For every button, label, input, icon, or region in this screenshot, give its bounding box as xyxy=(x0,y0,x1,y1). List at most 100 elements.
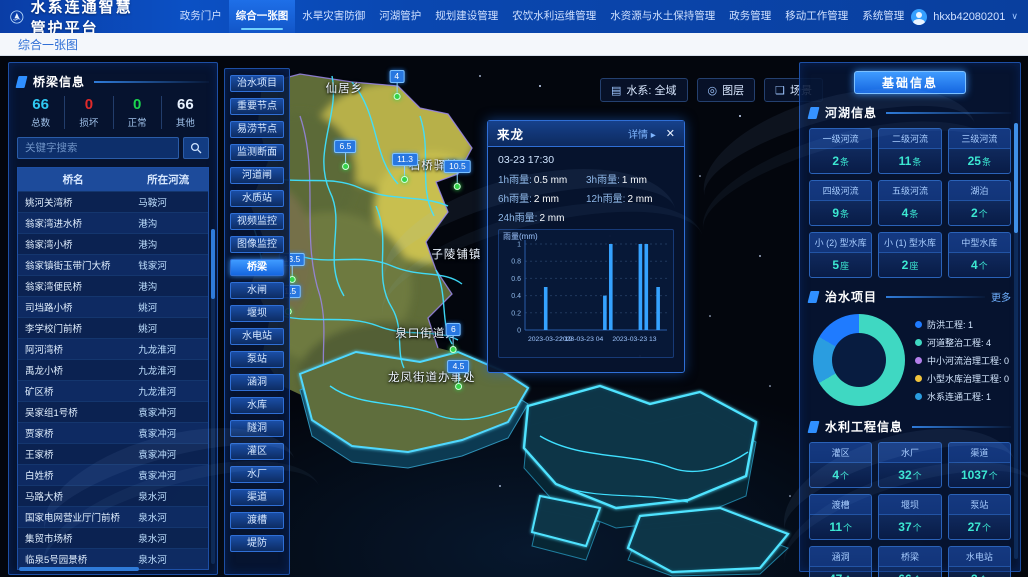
stat-card[interactable]: 一级河流 2条 xyxy=(809,128,872,174)
table-row[interactable]: 马路大桥 泉水河 xyxy=(18,485,208,506)
stat-card[interactable]: 灌区 4个 xyxy=(809,442,872,488)
table-row[interactable]: 贾家桥 袁家冲河 xyxy=(18,422,208,443)
nav-item[interactable]: 移动工作管理 xyxy=(778,0,855,33)
stat-card[interactable]: 三级河流 25条 xyxy=(948,128,1011,174)
stat-card[interactable]: 湖泊 2个 xyxy=(948,180,1011,226)
layer-menu-item[interactable]: 堰坝 xyxy=(230,305,284,322)
layer-menu-item[interactable]: 泵站 xyxy=(230,351,284,368)
stat-card[interactable]: 渡槽 11个 xyxy=(809,494,872,540)
nav-item[interactable]: 系统管理 xyxy=(855,0,911,33)
nav-item[interactable]: 农饮水利运维管理 xyxy=(505,0,603,33)
table-row[interactable]: 翁家湾进水桥 港沟 xyxy=(18,212,208,233)
table-row[interactable]: 翁家湾小桥 港沟 xyxy=(18,233,208,254)
base-info-button[interactable]: 基础信息 xyxy=(854,71,966,94)
layer-menu-item[interactable]: 渡槽 xyxy=(230,512,284,529)
nav-item[interactable]: 水资源与水土保持管理 xyxy=(603,0,722,33)
map-marker[interactable]: 10.5 xyxy=(444,160,471,190)
nav-item[interactable]: 综合一张图 xyxy=(229,0,296,33)
map-control-button[interactable]: ◎ 图层 xyxy=(697,78,756,102)
card-value: 27个 xyxy=(949,515,1010,539)
layer-menu-item[interactable]: 桥梁 xyxy=(230,259,284,276)
more-link[interactable]: 更多 xyxy=(991,289,1011,304)
engineering-section-title: 水利工程信息 xyxy=(825,418,903,435)
layer-menu-item[interactable]: 涵洞 xyxy=(230,374,284,391)
bridge-stat: 66 总数 xyxy=(17,96,65,129)
map-marker[interactable]: 11.3 xyxy=(392,153,418,183)
layer-menu-item[interactable]: 水闸 xyxy=(230,282,284,299)
table-row[interactable]: 王家桥 袁家冲河 xyxy=(18,443,208,464)
stat-card[interactable]: 四级河流 9条 xyxy=(809,180,872,226)
layer-menu-item[interactable]: 监测断面 xyxy=(230,144,284,161)
layer-menu-item[interactable]: 堤防 xyxy=(230,535,284,552)
layer-menu-item[interactable]: 治水项目 xyxy=(230,75,284,92)
rainfall-metric: 12h雨量:2 mm xyxy=(586,190,674,205)
nav-item[interactable]: 政务管理 xyxy=(722,0,778,33)
stat-card[interactable]: 渠道 1037个 xyxy=(948,442,1011,488)
table-row[interactable]: 矿区桥 九龙淮河 xyxy=(18,380,208,401)
table-row[interactable]: 国家电网营业厅门前桥 泉水河 xyxy=(18,506,208,527)
layer-menu-item[interactable]: 水厂 xyxy=(230,466,284,483)
layer-menu-item[interactable]: 水库 xyxy=(230,397,284,414)
table-row[interactable]: 阿河湾桥 九龙淮河 xyxy=(18,338,208,359)
table-scrollbar[interactable] xyxy=(211,229,215,564)
nav-item[interactable]: 政务门户 xyxy=(173,0,229,33)
table-row[interactable]: 李学校门前桥 姚河 xyxy=(18,317,208,338)
stat-card[interactable]: 涵洞 47个 xyxy=(809,546,872,577)
table-hscrollbar[interactable] xyxy=(19,567,139,571)
table-row[interactable]: 禹龙小桥 九龙淮河 xyxy=(18,359,208,380)
map-marker[interactable]: 4.5 xyxy=(448,360,470,390)
layer-menu-item[interactable]: 视频监控 xyxy=(230,213,284,230)
panel-scrollbar[interactable] xyxy=(1014,123,1018,559)
layer-menu-item[interactable]: 重要节点 xyxy=(230,98,284,115)
user-menu[interactable]: hkxb42080201 ∨ xyxy=(911,9,1018,25)
layer-menu-item[interactable]: 渠道 xyxy=(230,489,284,506)
stat-card[interactable]: 水厂 32个 xyxy=(878,442,941,488)
section-line xyxy=(886,112,1011,114)
popup-detail-link[interactable]: 详情 ▸ xyxy=(628,126,656,141)
marker-pin-icon xyxy=(402,176,409,183)
layer-menu-item[interactable]: 隧洞 xyxy=(230,420,284,437)
map-marker[interactable]: 4 xyxy=(389,70,404,100)
stat-card[interactable]: 水电站 3个 xyxy=(948,546,1011,577)
legend-dot-icon xyxy=(915,339,922,346)
popup-title: 来龙 xyxy=(497,124,524,143)
stat-card[interactable]: 小 (2) 型水库 5座 xyxy=(809,232,872,278)
map-marker[interactable]: 6.5 xyxy=(334,140,356,170)
map-control-button[interactable]: ▤ 水系: 全域 xyxy=(600,78,688,102)
search-button[interactable] xyxy=(183,137,209,159)
layer-menu-item[interactable]: 图像监控 xyxy=(230,236,284,253)
rivers-section-header: 河湖信息 xyxy=(809,104,1011,121)
table-row[interactable]: 姚河关湾桥 马鞍河 xyxy=(18,191,208,212)
table-row[interactable]: 司垱路小桥 姚河 xyxy=(18,296,208,317)
stat-card[interactable]: 桥梁 66个 xyxy=(878,546,941,577)
table-row[interactable]: 吴家组1号桥 袁家冲河 xyxy=(18,401,208,422)
stat-card[interactable]: 堰坝 37个 xyxy=(878,494,941,540)
map-marker[interactable]: 6 xyxy=(446,323,461,353)
stat-card[interactable]: 中型水库 4个 xyxy=(948,232,1011,278)
table-row[interactable]: 临泉5号园景桥 泉水河 xyxy=(18,548,208,569)
layer-menu-item[interactable]: 水质站 xyxy=(230,190,284,207)
bridge-name-cell: 国家电网营业厅门前桥 xyxy=(18,510,128,524)
stat-card[interactable]: 泵站 27个 xyxy=(948,494,1011,540)
table-row[interactable]: 翁家镇街玉带门大桥 钱家河 xyxy=(18,254,208,275)
nav-item[interactable]: 规划建设管理 xyxy=(428,0,505,33)
nav-item[interactable]: 河湖管护 xyxy=(372,0,428,33)
layer-menu-item[interactable]: 灌区 xyxy=(230,443,284,460)
nav-item[interactable]: 水旱灾害防御 xyxy=(295,0,372,33)
layer-menu-item[interactable]: 水电站 xyxy=(230,328,284,345)
card-value: 4个 xyxy=(810,463,871,487)
layer-menu-item[interactable]: 河道闸 xyxy=(230,167,284,184)
stat-card[interactable]: 五级河流 4条 xyxy=(878,180,941,226)
stat-card[interactable]: 二级河流 11条 xyxy=(878,128,941,174)
table-row[interactable]: 白姓桥 袁家冲河 xyxy=(18,464,208,485)
layer-menu-item[interactable]: 易涝节点 xyxy=(230,121,284,138)
table-row[interactable]: 翁家湾便民桥 港沟 xyxy=(18,275,208,296)
breadcrumb[interactable]: 综合一张图 xyxy=(18,36,78,53)
stat-label: 总数 xyxy=(17,115,64,129)
close-icon[interactable]: ✕ xyxy=(666,127,675,140)
marker-value-tag: 11.3 xyxy=(392,153,418,166)
stat-card[interactable]: 小 (1) 型水库 2座 xyxy=(878,232,941,278)
search-input[interactable] xyxy=(17,137,179,159)
donut-legend: 防洪工程: 1河道整治工程: 4中小河流治理工程: 0小型水库治理工程: 0水系… xyxy=(915,318,1009,403)
table-row[interactable]: 集贸市场桥 泉水河 xyxy=(18,527,208,548)
